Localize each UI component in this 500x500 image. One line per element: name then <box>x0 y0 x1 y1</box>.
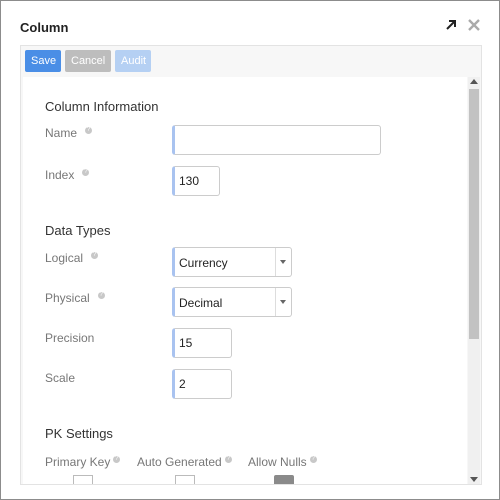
scale-label: Scale <box>45 371 76 385</box>
expand-icon[interactable] <box>444 18 458 32</box>
audit-button: Audit <box>115 50 151 72</box>
index-label: Index? <box>45 166 90 182</box>
dialog-title: Column <box>20 20 69 35</box>
physical-label: Physical? <box>45 291 105 305</box>
name-input[interactable] <box>172 125 381 155</box>
precision-input[interactable] <box>172 328 232 358</box>
scroll-down-icon[interactable] <box>470 477 478 482</box>
pk-settings-heading: PK Settings <box>45 426 113 441</box>
close-icon[interactable] <box>467 18 481 32</box>
data-types-heading: Data Types <box>45 223 111 238</box>
column-information-heading: Column Information <box>45 99 159 114</box>
scale-input[interactable] <box>172 369 232 399</box>
name-label: Name? <box>45 124 93 140</box>
primary-key-label: Primary Key? <box>45 453 121 469</box>
allow-nulls-help-icon[interactable]: ? <box>309 453 317 463</box>
logical-label: Logical? <box>45 249 99 265</box>
logical-select-value: Currency <box>179 256 228 270</box>
primary-key-checkbox[interactable] <box>73 475 93 484</box>
index-help-icon[interactable]: ? <box>82 166 90 176</box>
physical-select-value: Decimal <box>179 296 223 310</box>
toolbar: Save Cancel Audit <box>21 46 481 76</box>
cancel-button[interactable]: Cancel <box>65 50 111 72</box>
save-button[interactable]: Save <box>25 50 61 72</box>
auto-generated-label: Auto Generated? <box>137 455 232 469</box>
chevron-down-icon <box>275 248 287 276</box>
physical-select[interactable]: Decimal <box>172 287 292 317</box>
logical-select[interactable]: Currency <box>172 247 292 277</box>
index-input[interactable] <box>172 166 220 196</box>
primary-key-help-icon[interactable]: ? <box>113 453 121 463</box>
scroll-thumb[interactable] <box>469 89 479 339</box>
column-dialog: Column Save Cancel Audit Column Informat… <box>0 0 500 500</box>
name-help-icon[interactable]: ? <box>85 124 93 134</box>
physical-help-icon[interactable]: ? <box>97 289 105 299</box>
chevron-down-icon <box>275 288 287 316</box>
vertical-scrollbar[interactable] <box>468 77 480 484</box>
logical-help-icon[interactable]: ? <box>91 249 99 259</box>
scroll-up-icon[interactable] <box>470 79 478 84</box>
allow-nulls-label: Allow Nulls? <box>248 455 317 469</box>
dialog-body: Save Cancel Audit Column Information Nam… <box>20 45 482 485</box>
auto-generated-help-icon[interactable]: ? <box>224 453 232 463</box>
allow-nulls-toggle[interactable] <box>274 475 294 484</box>
dialog-header: Column <box>1 1 499 45</box>
auto-generated-checkbox[interactable] <box>175 475 195 484</box>
form-content: Column Information Name? Index? Data Typ… <box>23 77 467 484</box>
precision-label: Precision <box>45 331 95 345</box>
